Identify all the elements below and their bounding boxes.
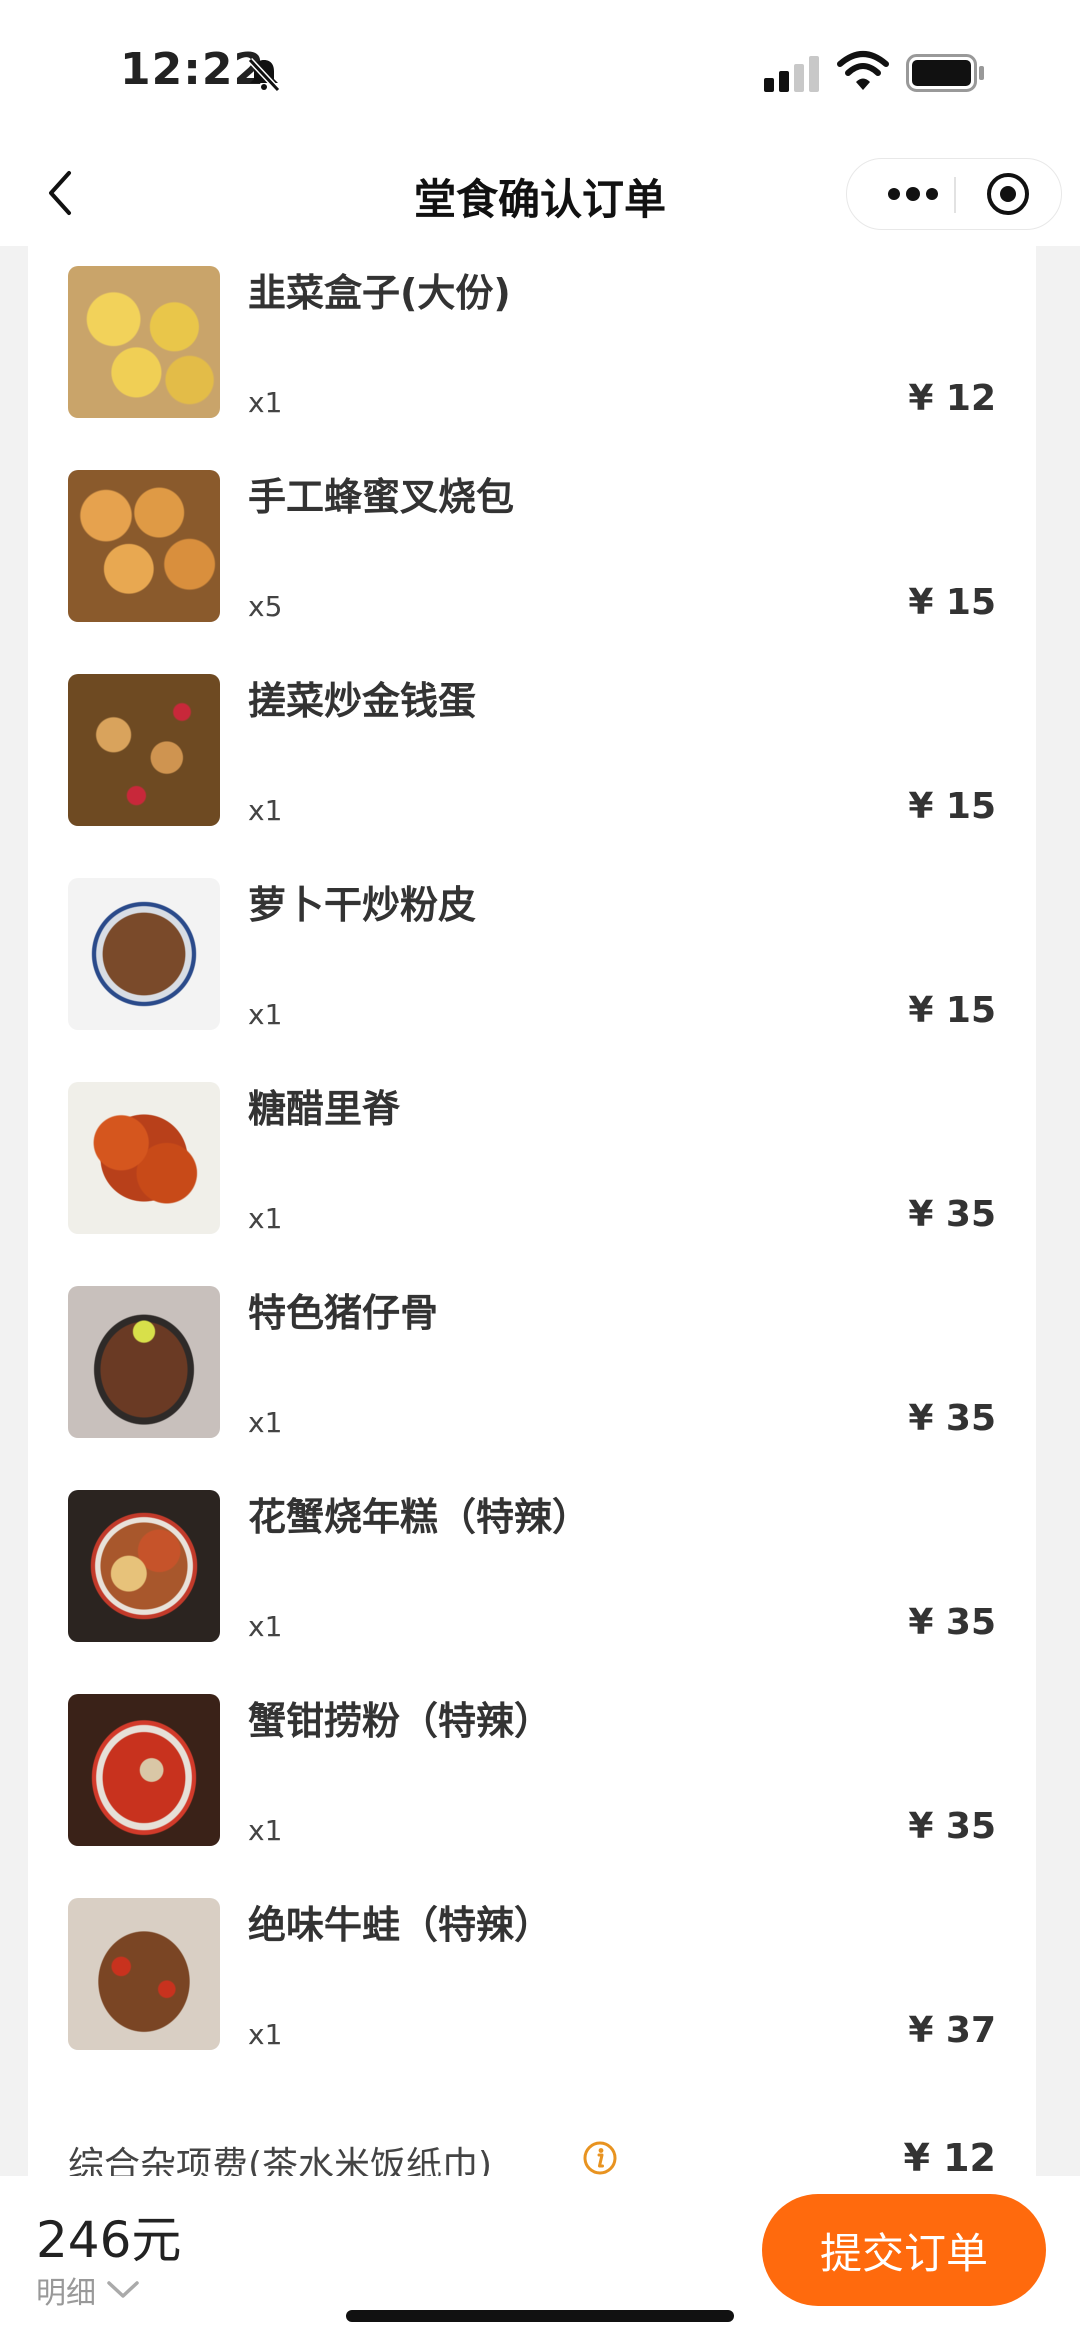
close-mini-program-button[interactable] (965, 159, 1051, 229)
dish-photo (68, 470, 220, 622)
item-quantity: x1 (248, 998, 283, 1031)
dish-photo (68, 1286, 220, 1438)
item-quantity: x1 (248, 386, 283, 419)
item-quantity: x1 (248, 1202, 283, 1235)
item-name: 蟹钳捞粉（特辣） (248, 1699, 553, 1743)
order-item: 韭菜盒子(大份) x1 ¥ 12 (28, 246, 1036, 450)
chevron-down-icon (107, 2281, 139, 2298)
dish-photo (68, 266, 220, 418)
order-items-card: 韭菜盒子(大份) x1 ¥ 12 手工蜂蜜叉烧包 x5 ¥ 15 搓菜炒金钱蛋 … (28, 246, 1036, 2186)
item-price: ¥ 15 (908, 786, 996, 827)
order-item: 手工蜂蜜叉烧包 x5 ¥ 15 (28, 450, 1036, 654)
order-item: 特色猪仔骨 x1 ¥ 35 (28, 1266, 1036, 1470)
nav-bar: 堂食确认订单 (0, 140, 1080, 246)
detail-label: 明细 (36, 2276, 96, 2311)
item-price: ¥ 15 (908, 582, 996, 623)
item-name: 韭菜盒子(大份) (248, 271, 511, 315)
info-icon[interactable] (582, 2140, 618, 2176)
item-price: ¥ 15 (908, 990, 996, 1031)
cellular-signal-icon (764, 56, 819, 92)
item-price: ¥ 35 (908, 1194, 996, 1235)
more-dots-icon (888, 187, 938, 201)
item-name: 搓菜炒金钱蛋 (248, 679, 477, 723)
item-quantity: x1 (248, 1814, 283, 1847)
item-price: ¥ 35 (908, 1398, 996, 1439)
battery-icon (906, 54, 984, 92)
item-price: ¥ 12 (908, 378, 996, 419)
capsule-divider (954, 177, 956, 213)
item-price: ¥ 37 (908, 2010, 996, 2051)
dish-photo (68, 674, 220, 826)
item-quantity: x1 (248, 1610, 283, 1643)
item-name: 萝卜干炒粉皮 (248, 883, 477, 927)
item-quantity: x1 (248, 1406, 283, 1439)
order-item: 搓菜炒金钱蛋 x1 ¥ 15 (28, 654, 1036, 858)
wifi-icon (837, 51, 889, 90)
item-name: 糖醋里脊 (248, 1087, 401, 1131)
dish-photo (68, 1694, 220, 1846)
order-item: 花蟹烧年糕（特辣） x1 ¥ 35 (28, 1470, 1036, 1674)
silent-bell-icon (247, 57, 281, 93)
status-bar: 12:22 (0, 0, 1080, 140)
order-total: 246元 (36, 2211, 182, 2269)
order-item: 糖醋里脊 x1 ¥ 35 (28, 1062, 1036, 1266)
item-price: ¥ 35 (908, 1602, 996, 1643)
more-button[interactable] (873, 159, 953, 229)
misc-fee-price: ¥ 12 (903, 2136, 996, 2180)
price-detail-toggle[interactable]: 明细 (36, 2268, 140, 2312)
submit-order-button[interactable]: 提交订单 (762, 2194, 1046, 2306)
item-quantity: x1 (248, 794, 283, 827)
item-price: ¥ 35 (908, 1806, 996, 1847)
order-item: 绝味牛蛙（特辣） x1 ¥ 37 (28, 1878, 1036, 2082)
item-name: 手工蜂蜜叉烧包 (248, 475, 515, 519)
order-item: 萝卜干炒粉皮 x1 ¥ 15 (28, 858, 1036, 1062)
item-name: 特色猪仔骨 (248, 1291, 439, 1335)
item-name: 绝味牛蛙（特辣） (248, 1903, 553, 1947)
item-name: 花蟹烧年糕（特辣） (248, 1495, 591, 1539)
home-indicator (346, 2310, 734, 2322)
order-item: 蟹钳捞粉（特辣） x1 ¥ 35 (28, 1674, 1036, 1878)
dish-photo (68, 878, 220, 1030)
item-quantity: x5 (248, 590, 283, 623)
dish-photo (68, 1490, 220, 1642)
dish-photo (68, 1082, 220, 1234)
item-quantity: x1 (248, 2018, 283, 2051)
dish-photo (68, 1898, 220, 2050)
mini-program-capsule (846, 158, 1062, 230)
target-close-icon (987, 173, 1029, 215)
